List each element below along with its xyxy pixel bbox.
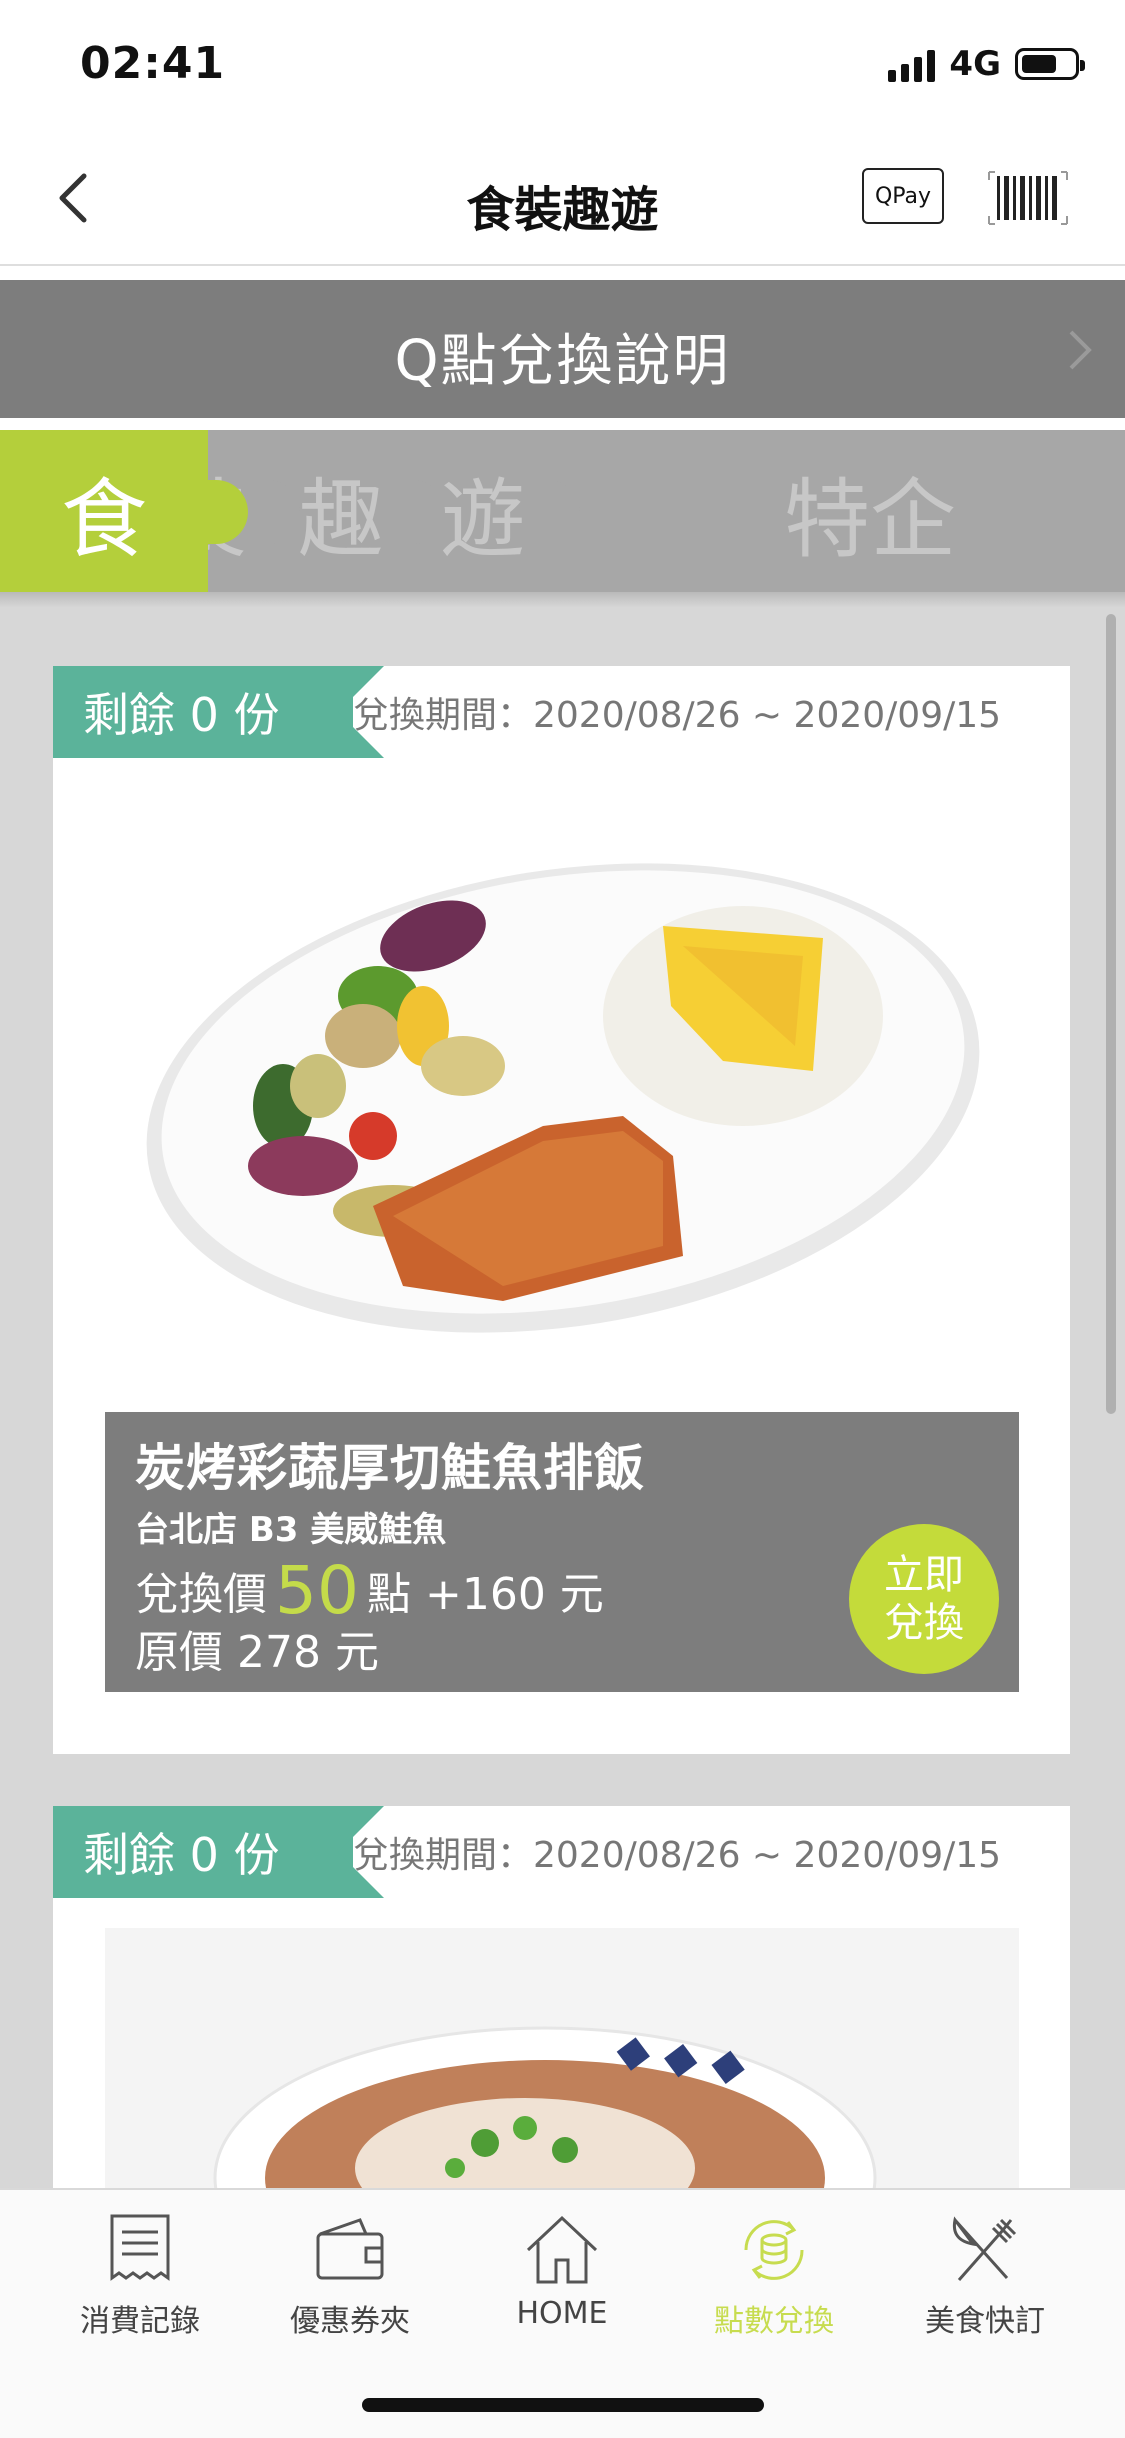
battery-icon (1015, 48, 1085, 80)
tabbar-item-food-order[interactable]: 美食快訂 (895, 2210, 1075, 2340)
exchange-info-banner[interactable]: Q點兌換說明 (0, 280, 1125, 418)
offer-info-box: 炭烤彩蔬厚切鮭魚排飯 台北店 B3 美威鮭魚 兌換價 50 點 +160 元 原價 … (105, 1412, 1019, 1692)
receipt-icon (110, 2214, 170, 2281)
coin-exchange-icon (744, 2220, 804, 2280)
remaining-badge: 剩餘 0 份 (53, 666, 353, 758)
noodle-bowl-image: ◆ ◆ ◆ (105, 1928, 1019, 2188)
price-suffix: 點 +160 元 (366, 1569, 604, 1620)
offer-card[interactable]: 剩餘 0 份 兌換期間：2020/08/26 ~ 2020/09/15 炭烤彩蔬… (53, 666, 1070, 1754)
tabbar-item-home[interactable]: HOME (472, 2210, 652, 2331)
tabbar-item-records[interactable]: 消費記錄 (50, 2210, 230, 2340)
scrollbar[interactable] (1106, 614, 1116, 1414)
tabbar-label: 美食快訂 (925, 2304, 1045, 2339)
home-icon (526, 2215, 598, 2284)
fork-knife-icon (952, 2216, 1017, 2281)
network-type: 4G (949, 44, 1001, 84)
wallet-icon (316, 2218, 384, 2280)
category-tabs: 特企 遊 趣 裝 食 (0, 418, 1125, 608)
home-indicator[interactable] (362, 2398, 764, 2412)
redeem-label-line2: 兌換 (884, 1600, 964, 1646)
tabbar-label: 優惠券夾 (290, 2304, 410, 2339)
price-prefix: 兌換價 (135, 1569, 267, 1620)
store-name: 台北店 B3 美威鮭魚 (135, 1510, 447, 1550)
status-time: 02:41 (80, 38, 226, 89)
tab-label: 特企 (784, 469, 956, 570)
dish-name: 炭烤彩蔬厚切鮭魚排飯 (135, 1439, 645, 1497)
original-price: 原價 278 元 (135, 1627, 379, 1678)
redeem-label-line1: 立即 (884, 1552, 964, 1598)
qpay-button[interactable]: QPay (862, 168, 944, 224)
signal-icon (888, 46, 936, 82)
offer-card[interactable]: 剩餘 0 份 兌換期間：2020/08/26 ~ 2020/09/15 ◆ ◆ … (53, 1806, 1070, 2188)
tabbar-label: 點數兌換 (714, 2304, 834, 2339)
redeem-button[interactable]: 立即 兌換 (849, 1524, 999, 1674)
barcode-button[interactable] (985, 168, 1071, 228)
offer-list[interactable]: 剩餘 0 份 兌換期間：2020/08/26 ~ 2020/09/15 炭烤彩蔬… (0, 608, 1125, 2188)
salmon-rice-image (146, 863, 980, 1333)
tabbar-item-coupons[interactable]: 優惠券夾 (260, 2210, 440, 2340)
remaining-badge: 剩餘 0 份 (53, 1806, 353, 1898)
exchange-period: 兌換期間：2020/08/26 ~ 2020/09/15 (353, 695, 1002, 736)
status-bar: 02:41 4G (0, 0, 1125, 130)
tab-label: 食 (61, 469, 147, 570)
exchange-period: 兌換期間：2020/08/26 ~ 2020/09/15 (353, 1835, 1002, 1876)
page-title: 食裝趣遊 (466, 182, 659, 238)
status-indicators: 4G (888, 44, 1085, 84)
exchange-info-label: Q點兌換說明 (394, 329, 731, 394)
tabbar-label: HOME (516, 2296, 608, 2331)
barcode-icon (988, 171, 1068, 225)
tab-label: 遊 (439, 469, 526, 570)
tabbar-label: 消費記錄 (80, 2304, 200, 2339)
tabbar-item-points[interactable]: 點數兌換 (684, 2210, 864, 2340)
tab-food[interactable]: 食 (0, 430, 208, 592)
nav-bar: 食裝趣遊 QPay (0, 130, 1125, 266)
tab-special[interactable]: 特企 (555, 430, 1125, 592)
tab-label: 趣 (298, 469, 384, 570)
tabs-divider (0, 592, 1125, 608)
chevron-right-icon (1069, 330, 1092, 370)
